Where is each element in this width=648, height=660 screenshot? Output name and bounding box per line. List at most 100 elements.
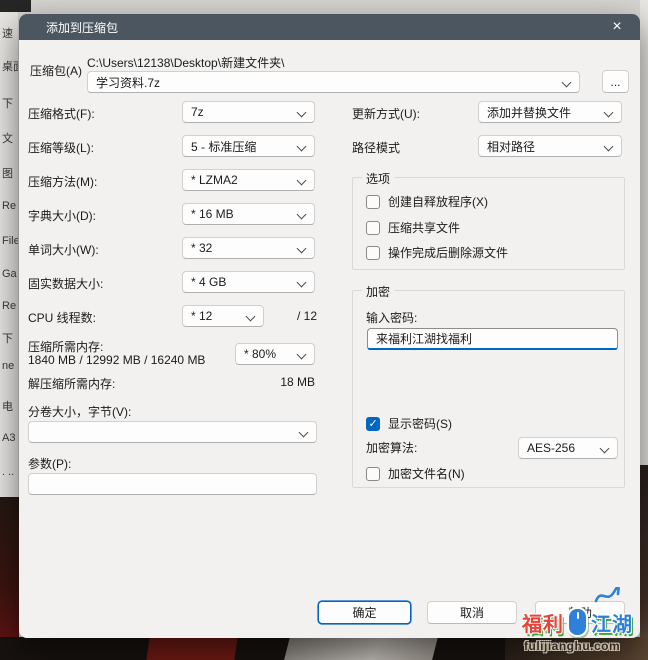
password-label: 输入密码: (366, 309, 417, 326)
mouse-icon (567, 607, 588, 637)
sidebar-item: 下 (2, 330, 13, 346)
solid-block-combobox[interactable]: * 4 GB (182, 271, 315, 293)
format-label: 压缩格式(F): (28, 105, 95, 122)
cancel-label: 取消 (460, 604, 484, 621)
level-combobox[interactable]: 5 - 标准压缩 (182, 135, 315, 157)
sidebar-item: . .. (2, 466, 14, 478)
encrypt-filenames-checkbox[interactable]: 加密文件名(N) (366, 465, 465, 482)
compress-shared-label: 压缩共享文件 (388, 219, 460, 236)
chevron-down-icon (604, 108, 614, 118)
chevron-down-icon (246, 312, 256, 322)
options-group-title: 选项 (362, 170, 394, 187)
mouse-cable-icon (594, 587, 620, 604)
method-label: 压缩方法(M): (28, 173, 97, 190)
sidebar-item: 桌面 (2, 58, 19, 74)
sidebar-item: Ga (2, 268, 17, 280)
create-sfx-checkbox[interactable]: 创建自释放程序(X) (366, 193, 488, 210)
cpu-threads-max: / 12 (297, 309, 317, 323)
checkbox-box[interactable] (366, 246, 380, 260)
chevron-down-icon (562, 78, 572, 88)
cpu-threads-value: * 12 (191, 309, 212, 323)
encryption-method-value: AES-256 (527, 441, 575, 455)
memory-compress-value: 1840 MB / 12992 MB / 16240 MB (28, 353, 205, 367)
dictionary-value: * 16 MB (191, 207, 234, 221)
wallpaper-strip (0, 497, 19, 660)
word-size-combobox[interactable]: * 32 (182, 237, 315, 259)
archive-label: 压缩包(A) (30, 62, 82, 79)
chevron-down-icon (600, 444, 610, 454)
level-value: 5 - 标准压缩 (191, 138, 256, 155)
solid-block-label: 固实数据大小: (28, 275, 103, 292)
browse-button[interactable]: ... (602, 70, 629, 93)
update-mode-label: 更新方式(U): (352, 105, 420, 122)
sidebar-item: 下 (2, 95, 13, 111)
word-size-value: * 32 (191, 241, 212, 255)
checkbox-box[interactable] (366, 221, 380, 235)
ok-button[interactable]: 确定 (318, 601, 411, 624)
background-strip (640, 0, 648, 465)
path-mode-label: 路径模式 (352, 139, 400, 156)
checkbox-box[interactable] (366, 467, 380, 481)
compress-shared-checkbox[interactable]: 压缩共享文件 (366, 219, 460, 236)
cpu-threads-combobox[interactable]: * 12 (182, 305, 264, 327)
watermark-logo: 福利 江湖 (516, 607, 646, 637)
watermark-text-blue: 江湖 (591, 608, 633, 637)
chevron-down-icon (297, 244, 307, 254)
cpu-threads-label: CPU 线程数: (28, 309, 96, 326)
browse-label: ... (610, 75, 620, 89)
method-combobox[interactable]: * LZMA2 (182, 169, 315, 191)
explorer-sidebar: 速 桌面 下 文 图 Re File Ga Re 下 ne 电 A3 . .. (0, 0, 19, 497)
titlebar[interactable]: 添加到压缩包 × (19, 14, 640, 40)
volume-size-label: 分卷大小，字节(V): (28, 403, 131, 420)
watermark-domain: fulijianghu.com (524, 639, 620, 653)
sidebar-item: 电 (2, 398, 13, 414)
delete-after-checkbox[interactable]: 操作完成后删除源文件 (366, 244, 508, 261)
show-password-checkbox[interactable]: 显示密码(S) (366, 415, 452, 432)
sidebar-item: 文 (2, 130, 13, 146)
archive-name-value: 学习资料.7z (96, 74, 160, 91)
encrypt-filenames-label: 加密文件名(N) (388, 465, 465, 482)
options-group: 选项 创建自释放程序(X) 压缩共享文件 操作完成后删除源文件 (352, 177, 625, 270)
chevron-down-icon (297, 350, 307, 360)
delete-after-label: 操作完成后删除源文件 (388, 244, 508, 261)
dialog-title: 添加到压缩包 (46, 19, 118, 36)
chevron-down-icon (604, 142, 614, 152)
volume-size-combobox[interactable] (28, 421, 317, 443)
format-combobox[interactable]: 7z (182, 101, 315, 123)
background-window-fragment (0, 0, 31, 12)
chevron-down-icon (297, 142, 307, 152)
checkbox-box[interactable] (366, 195, 380, 209)
close-icon[interactable]: × (599, 14, 635, 40)
password-input[interactable]: 来福利江湖找福利 (367, 328, 618, 350)
checkbox-box[interactable] (366, 417, 380, 431)
word-size-label: 单词大小(W): (28, 241, 99, 258)
archive-name-combobox[interactable]: 学习资料.7z (87, 71, 580, 93)
encryption-method-combobox[interactable]: AES-256 (518, 437, 618, 459)
ok-label: 确定 (352, 604, 376, 621)
dictionary-label: 字典大小(D): (28, 207, 96, 224)
wallpaper-shape (146, 637, 237, 660)
memory-percent-combobox[interactable]: * 80% (235, 343, 315, 365)
screen: 速 桌面 下 文 图 Re File Ga Re 下 ne 电 A3 . .. … (0, 0, 648, 660)
chevron-down-icon (299, 428, 309, 438)
solid-block-value: * 4 GB (191, 275, 226, 289)
sidebar-item: File (2, 235, 19, 247)
archive-dir-path: C:\Users\12138\Desktop\新建文件夹\ (87, 54, 284, 71)
path-mode-value: 相对路径 (487, 138, 535, 155)
sidebar-item: A3 (2, 432, 15, 444)
update-mode-combobox[interactable]: 添加并替换文件 (478, 101, 622, 123)
create-sfx-label: 创建自释放程序(X) (388, 193, 488, 210)
parameters-input[interactable] (28, 473, 317, 495)
memory-decompress-label: 解压缩所需内存: (28, 375, 115, 392)
encryption-method-label: 加密算法: (366, 439, 417, 456)
path-mode-combobox[interactable]: 相对路径 (478, 135, 622, 157)
sidebar-item: ne (2, 360, 14, 372)
memory-percent-value: * 80% (244, 347, 276, 361)
update-mode-value: 添加并替换文件 (487, 104, 571, 121)
method-value: * LZMA2 (191, 173, 238, 187)
level-label: 压缩等级(L): (28, 139, 94, 156)
cancel-button[interactable]: 取消 (427, 601, 517, 624)
chevron-down-icon (297, 176, 307, 186)
dictionary-combobox[interactable]: * 16 MB (182, 203, 315, 225)
sidebar-item: 图 (2, 165, 13, 181)
